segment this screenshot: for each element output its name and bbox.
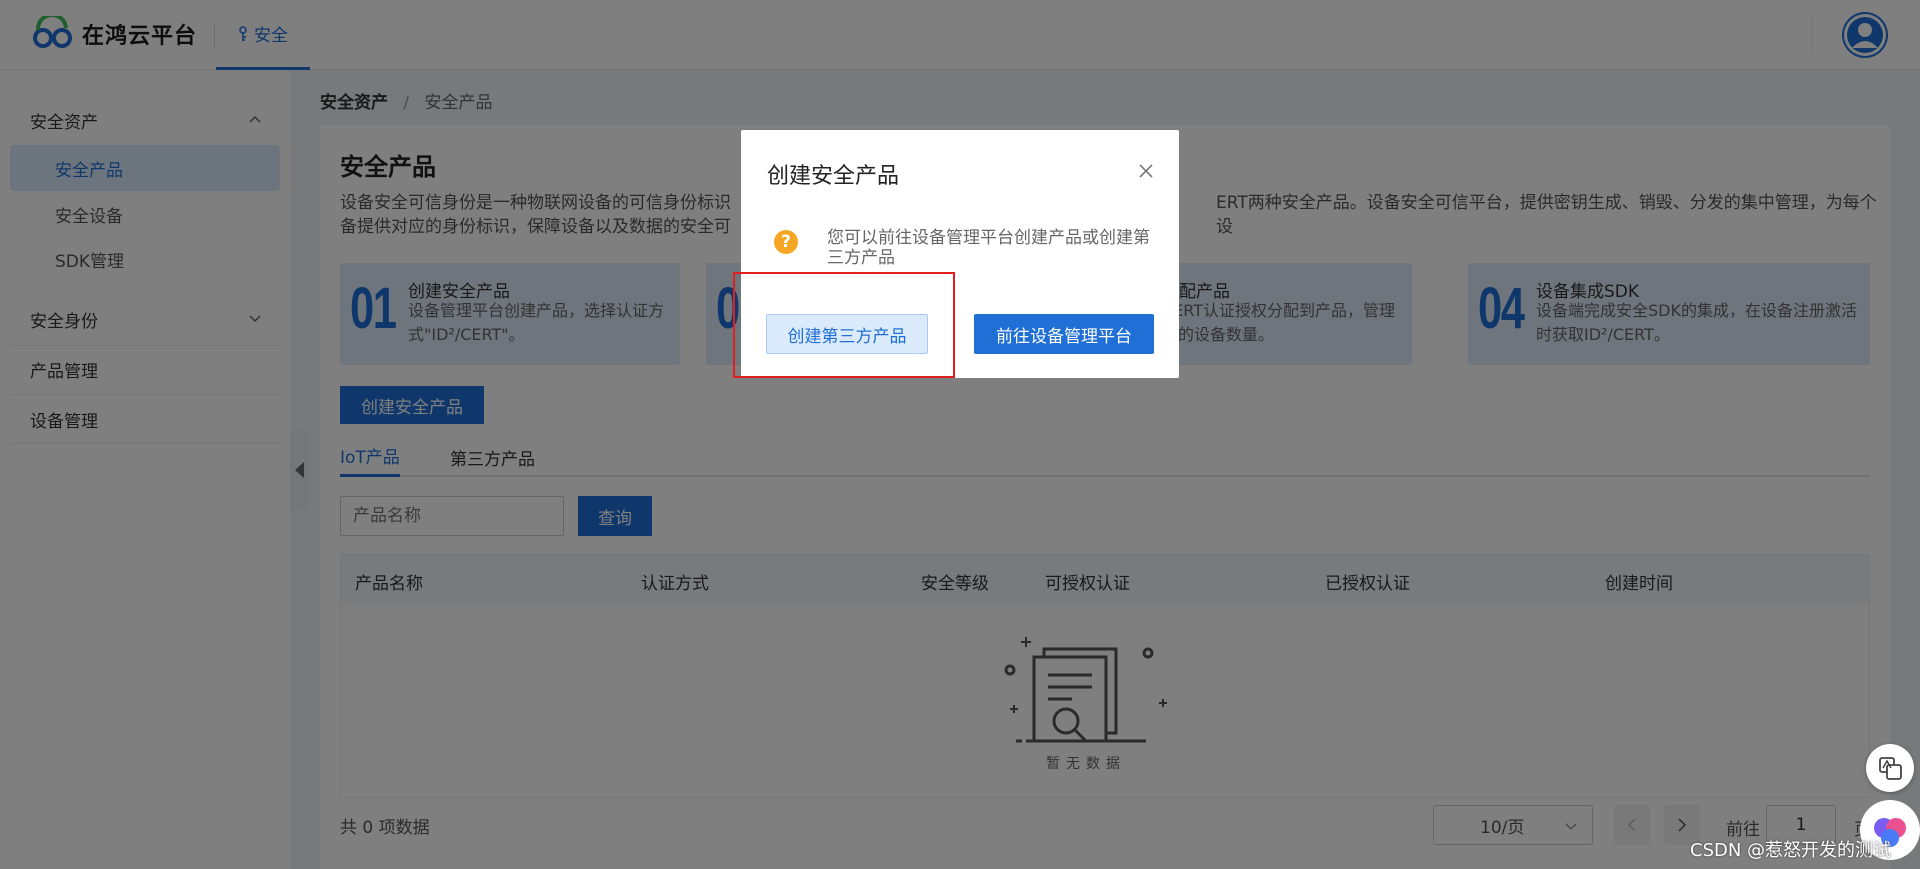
- translate-icon: [1879, 757, 1902, 780]
- watermark: CSDN @惹怒开发的测试: [1690, 840, 1892, 861]
- question-icon: ?: [774, 230, 798, 254]
- dialog-title: 创建安全产品: [767, 164, 900, 189]
- translate-button[interactable]: [1866, 744, 1914, 792]
- annotation-highlight-box: [733, 272, 955, 378]
- close-icon[interactable]: [1135, 160, 1157, 182]
- goto-device-management-button[interactable]: 前往设备管理平台: [974, 314, 1154, 354]
- dialog-message: 您可以前往设备管理平台创建产品或创建第三方产品: [827, 228, 1150, 268]
